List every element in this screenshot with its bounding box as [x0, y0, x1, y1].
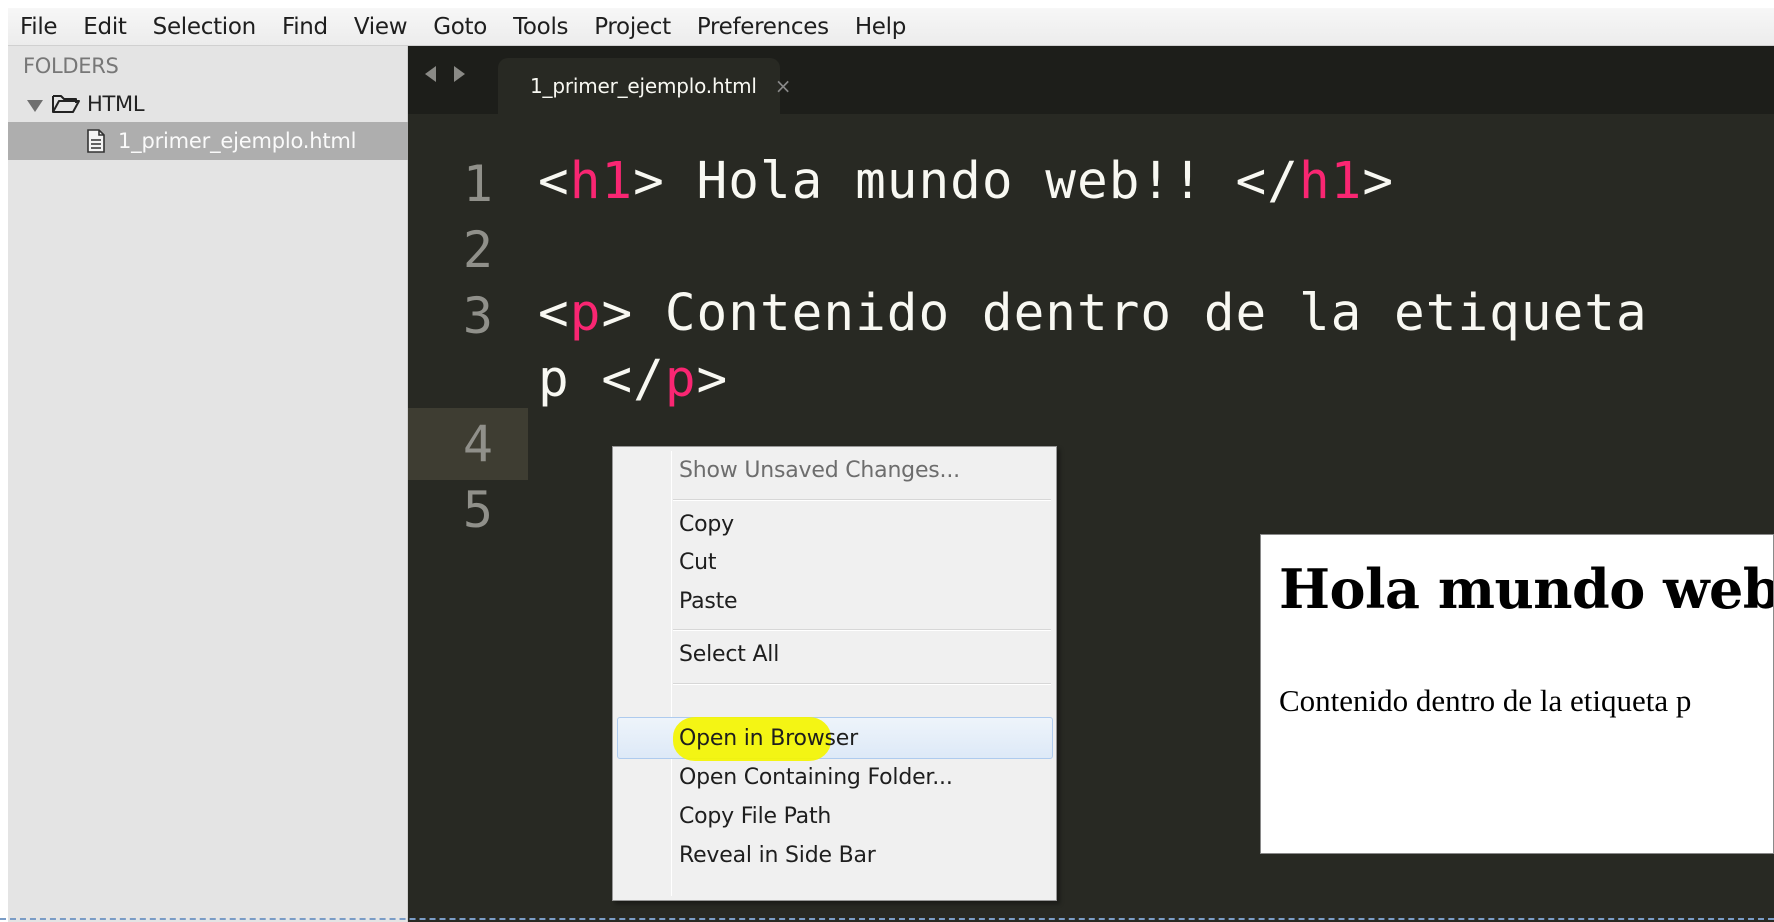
menu-tools[interactable]: Tools	[501, 8, 582, 46]
folders-heading: FOLDERS	[23, 54, 119, 78]
menu-edit[interactable]: Edit	[71, 8, 140, 46]
code-line-3-wrapped[interactable]: p </p>	[538, 348, 728, 412]
code-tag: h1	[569, 152, 634, 211]
folder-label: HTML	[87, 92, 145, 116]
disclosure-triangle-icon[interactable]	[27, 100, 43, 112]
code-text: > Contenido dentro de la etiqueta	[601, 284, 1648, 343]
menu-item-open-in-browser[interactable]: Open in Browser	[679, 719, 858, 759]
file-icon	[87, 129, 105, 153]
code-tag: p	[569, 284, 602, 343]
menu-view[interactable]: View	[342, 8, 421, 46]
line-number: 4	[462, 415, 493, 473]
line-number: 2	[462, 221, 493, 279]
menu-item-select-all[interactable]: Select All	[679, 635, 779, 675]
menu-goto[interactable]: Goto	[421, 8, 501, 46]
menu-item-cut[interactable]: Cut	[679, 543, 717, 583]
tab-bar: 1_primer_ejemplo.html ×	[408, 46, 1774, 114]
code-text: <	[538, 284, 570, 343]
code-line-3[interactable]: <p> Contenido dentro de la etiqueta	[538, 282, 1648, 346]
close-icon[interactable]: ×	[775, 74, 792, 98]
menu-find[interactable]: Find	[270, 8, 342, 46]
menu-help[interactable]: Help	[843, 8, 920, 46]
menu-bar: File Edit Selection Find View Goto Tools…	[8, 8, 1774, 46]
tab-nav-arrows	[422, 64, 468, 84]
line-number: 3	[462, 287, 493, 345]
menu-item-paste[interactable]: Paste	[679, 582, 738, 622]
menu-file[interactable]: File	[8, 8, 71, 46]
menu-separator	[673, 683, 1051, 685]
sidebar: FOLDERS HTML 1_primer_ejemplo.html	[8, 46, 408, 922]
menu-separator	[673, 499, 1051, 501]
menu-item-copy[interactable]: Copy	[679, 505, 734, 545]
menu-selection[interactable]: Selection	[141, 8, 270, 46]
tab-1-primer-ejemplo[interactable]: 1_primer_ejemplo.html ×	[498, 58, 791, 114]
preview-heading: Hola mundo web!!	[1279, 557, 1774, 621]
line-number: 5	[462, 481, 493, 539]
menu-separator	[673, 629, 1051, 631]
menu-item-reveal-in-side-bar[interactable]: Reveal in Side Bar	[679, 836, 876, 876]
menu-project[interactable]: Project	[582, 8, 685, 46]
browser-preview: Hola mundo web!! Contenido dentro de la …	[1260, 534, 1774, 854]
arrow-left-icon[interactable]	[422, 64, 440, 84]
preview-paragraph: Contenido dentro de la etiqueta p	[1279, 683, 1692, 718]
menu-preferences[interactable]: Preferences	[685, 8, 843, 46]
folder-open-icon	[52, 95, 80, 113]
context-menu: Show Unsaved Changes... Copy Cut Paste S…	[612, 446, 1057, 901]
menu-item-open-containing-folder[interactable]: Open Containing Folder...	[679, 758, 953, 798]
folder-row-html[interactable]: HTML	[8, 86, 407, 122]
menu-item-show-unsaved-changes[interactable]: Show Unsaved Changes...	[679, 451, 960, 491]
sidebar-file-label: 1_primer_ejemplo.html	[118, 129, 357, 153]
code-tag: p	[664, 350, 697, 409]
menu-icon-gutter	[671, 451, 672, 896]
sidebar-file-item[interactable]: 1_primer_ejemplo.html	[8, 122, 408, 160]
code-tag: h1	[1298, 152, 1363, 211]
code-text: > Hola mundo web!! </	[633, 152, 1299, 211]
menu-item-copy-file-path[interactable]: Copy File Path	[679, 797, 831, 837]
line-number: 1	[462, 155, 493, 213]
code-text: <	[538, 152, 570, 211]
code-text: >	[1362, 152, 1395, 211]
code-line-1[interactable]: <h1> Hola mundo web!! </h1>	[538, 150, 1394, 214]
window-bottom-edge	[0, 918, 1774, 920]
code-text: >	[696, 350, 729, 409]
tab-label: 1_primer_ejemplo.html	[530, 74, 757, 98]
code-text: p </	[538, 350, 665, 409]
arrow-right-icon[interactable]	[450, 64, 468, 84]
